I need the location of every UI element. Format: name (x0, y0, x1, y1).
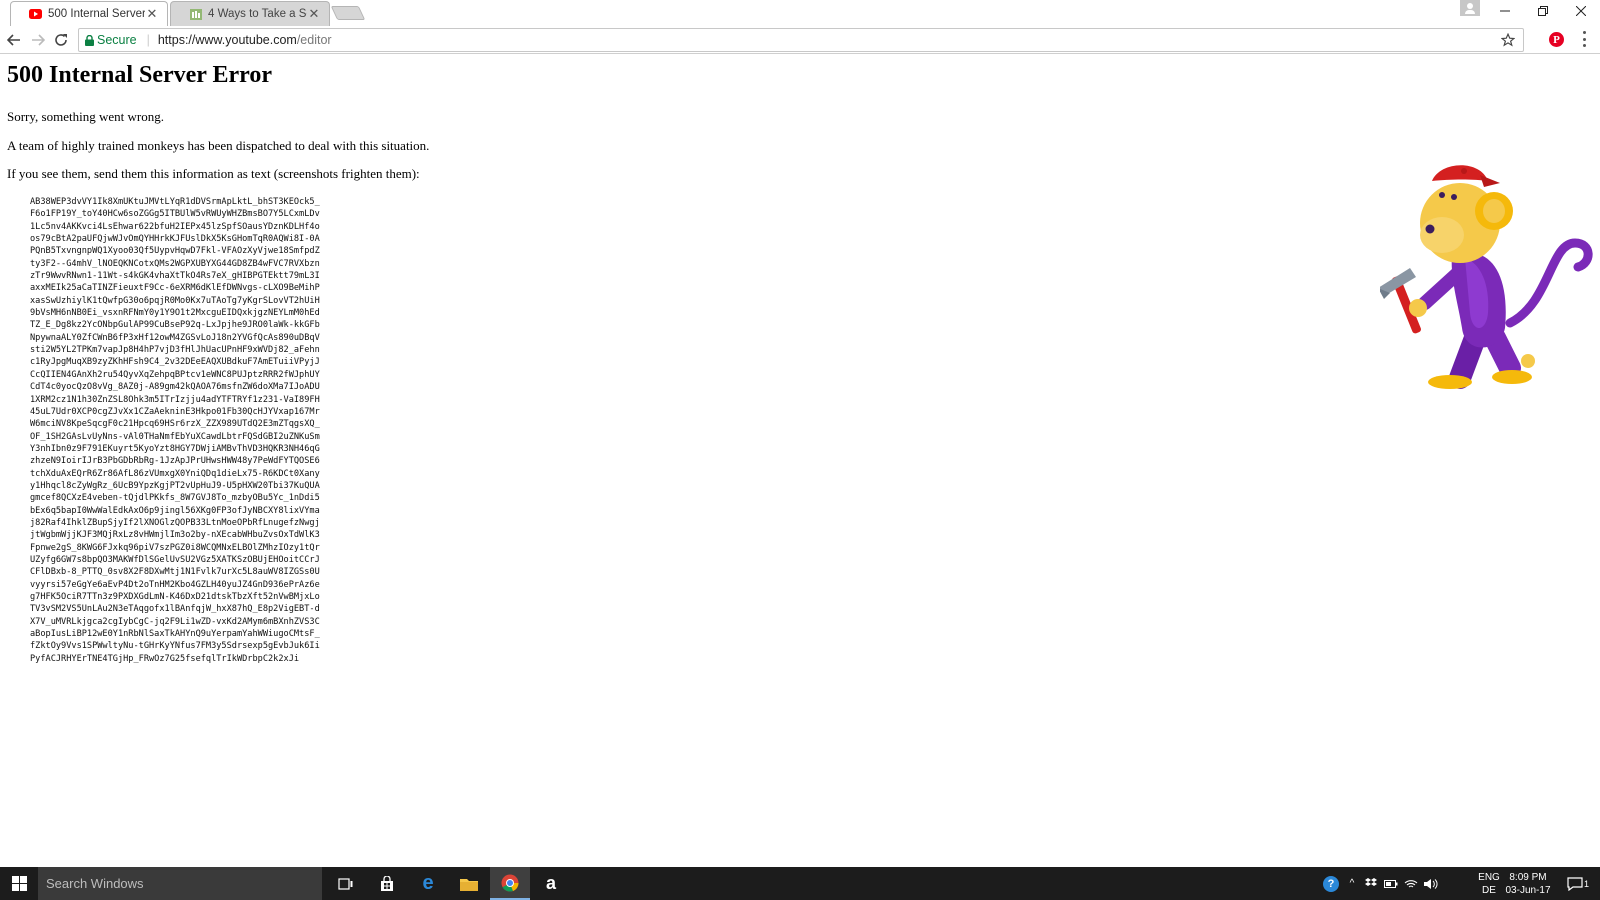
lock-icon (85, 34, 94, 49)
page-title: 500 Internal Server Error (7, 62, 273, 88)
new-tab-button[interactable] (330, 6, 366, 20)
close-window-icon[interactable] (1562, 0, 1600, 22)
error-code-line: OF_1SH2GAsLvUyNns-vAl0THaNmfEbYuXCawdLbt… (30, 431, 320, 442)
wifi-icon[interactable] (1402, 867, 1420, 900)
back-arrow-icon[interactable] (4, 30, 24, 50)
tab-close-icon[interactable]: ✕ (307, 6, 321, 22)
clock-time: 8:09 PM (1509, 872, 1547, 883)
edge-browser-icon[interactable]: e (408, 867, 448, 900)
url-path: /editor (296, 33, 332, 47)
error-code-line: g7HFK5OciR7TTn3z9PXDXGdLmN-K46DxD21dtskT… (30, 592, 320, 602)
separator: | (146, 33, 150, 47)
tab-title: 500 Internal Server Error (48, 8, 145, 20)
error-code-line: F6o1FP19Y_toY40HCw6soZGGg5ITBUlW5vRWUyWH… (30, 209, 320, 220)
error-code-line: jtWgbmWjjKJF3MQjRxLz8vHWmjlIm3o2by-nXEca… (30, 530, 320, 541)
error-code-line: NpywnaALY0ZfCWnB6fP3xHf12owM4ZGSvLoJ18n2… (30, 332, 320, 343)
error-code-line: Y3nhIbn0z9F791EKuyrt5KyoYzt8HGY7DWjiAMBv… (30, 443, 320, 454)
dropbox-icon[interactable] (1362, 867, 1380, 900)
error-code-line: CcQIIEN4GAnXh2ru54QyvXqZehpqBPtcv1eWNC8P… (30, 369, 320, 380)
window-controls (1486, 0, 1600, 22)
error-code-line: os79cBtA2paUFQjwWJvOmQYHHrkKJFUslDkX5KsG… (30, 234, 320, 245)
bookmark-star-icon[interactable] (1500, 32, 1516, 50)
error-code-line: 45uL7Udr0XCP0cgZJvXx1CZaAekninE3Hkpo01Fb… (30, 406, 320, 417)
url-host: https://www.youtube.com (157, 33, 297, 47)
pinterest-extension-icon[interactable]: P (1549, 32, 1564, 47)
battery-icon[interactable] (1382, 867, 1400, 900)
error-code-line: aBopIusLiBP12wE0Y1nRbNlSaxTkAHYnQ9uYerpa… (30, 629, 320, 640)
wikihow-icon (189, 8, 202, 20)
error-code-line: xasSwUzhiylK1tQwfpG30o6pqjR0Mo0Kx7uTAoTg… (30, 295, 320, 306)
error-code-line: y1Hhqcl8cZyWgRz_6UcB9YpzKgjPT2vUpHuJ9-U5… (30, 480, 320, 491)
profile-avatar-icon[interactable] (1460, 0, 1480, 16)
clock-date: 03-Jun-17 (1505, 885, 1551, 896)
error-code-line: PyfACJRHYErTNE4TGjHp_FRwOz7G25fsefqlTrIk… (30, 653, 300, 664)
secure-label: Secure (97, 33, 137, 47)
error-code-line: bEx6q5bapI0WwWalEdkAxO6p9jingl56XKg0FP3o… (30, 505, 320, 516)
store-icon[interactable] (367, 867, 407, 900)
monkey-with-hammer-illustration (1380, 165, 1593, 389)
amazon-icon[interactable]: a (531, 867, 571, 900)
taskbar-search-input[interactable]: Search Windows (38, 867, 322, 900)
error-code-line: PQnB5TxvngnpWQ1Xyoo03Qf5UypvHqwD7Fkl-VFA… (30, 246, 320, 257)
instructions-message: If you see them, send them this informat… (7, 166, 420, 181)
browser-menu-icon[interactable] (1581, 31, 1587, 47)
error-code-line: j82Raf4IhklZBupSjyIf2lXNOGlzQOPB33LtnMoe… (30, 517, 320, 528)
tab-500-error[interactable]: 500 Internal Server Error ✕ (10, 1, 168, 26)
error-code-line: gmcef8QCXzE4veben-tQjdlPKkfs_8W7GVJ8To_m… (30, 493, 320, 504)
error-code-line: 1XRM2cz1N1h30ZnZSL8Ohk3m5ITrIzjju4adYTFT… (30, 394, 320, 405)
error-code-line: TZ_E_Dg8kz2YcONbpGulAP99CuBseP92q-LxJpjh… (30, 320, 320, 331)
chrome-icon[interactable] (490, 867, 530, 900)
error-code-line: axxMEIk25aCaTINZFieuxtF9Cc-6eXRM6dKlEfDW… (30, 283, 320, 294)
error-code-line: AB38WEP3dvVY1Ik8XmUKtuJMVtLYqR1dDVSrmApL… (30, 197, 320, 207)
action-center-icon[interactable]: 1 (1562, 867, 1594, 900)
error-code-line: W6mciNV8KpeSqcgF0c21Hpcq69HSr6rzX_ZZX989… (30, 419, 320, 430)
error-code-line: TV3vSM2VS5UnLAu2N3eTAqgofx1lBAnfqjW_hxX8… (30, 604, 320, 615)
task-view-icon[interactable] (326, 867, 366, 900)
address-bar[interactable]: Secure | https://www.youtube.com/editor (78, 28, 1524, 52)
error-message: Sorry, something went wrong. (7, 109, 164, 124)
windows-start-icon[interactable] (0, 867, 38, 900)
error-code-line: tchXduAxEQrR6Zr86AfL86zVUmxgX0YniQDq1die… (30, 468, 320, 479)
error-code-block: AB38WEP3dvVY1Ik8XmUKtuJMVtLYqR1dDVSrmApL… (30, 196, 320, 665)
tab-close-icon[interactable]: ✕ (145, 6, 159, 22)
tab-title: 4 Ways to Take a Screens (208, 8, 307, 20)
page-content: 500 Internal Server Error Sorry, somethi… (0, 55, 1600, 867)
error-code-line: 1Lc5nv4AKKvci4LsEhwar622bfuH2IEPx45lzSpf… (30, 221, 320, 232)
error-code-line: 9bVsMH6nNB0Ei_vsxnRFNmY0y1Y9O1t2MxcguEID… (30, 308, 320, 319)
error-code-line: zTr9WwvRNwn1-11Wt-s4kGK4vhaXtTkO4Rs7eX_g… (30, 271, 320, 282)
show-hidden-icons-chevron-up-icon[interactable]: ^ (1345, 867, 1359, 900)
error-code-line: CFlDBxb-8_PTTQ_0sv8X2F8DXwMtj1N1Fvlk7urX… (30, 567, 320, 578)
reload-icon[interactable] (51, 30, 71, 50)
minimize-icon[interactable] (1486, 0, 1524, 22)
error-code-line: c1RyJpgMuqXB9zyZKhHFsh9C4_2v32DEeEAQXUBd… (30, 357, 320, 368)
browser-toolbar: Secure | https://www.youtube.com/editor (0, 26, 1600, 54)
search-placeholder: Search Windows (46, 876, 144, 891)
error-code-line: ty3F2--G4mhV_lNOEQKNCotxQMs2WGPXUBYXG44G… (30, 258, 320, 269)
file-explorer-icon[interactable] (449, 867, 489, 900)
windows-taskbar: Search Windows e a ? ^ ENG DE 8:09 PM 03… (0, 867, 1600, 900)
error-code-line: CdT4c0yocQzO8vVg_8AZ0j-A89gm42kQAOA76msf… (30, 382, 320, 393)
error-code-line: X7V_uMVRLkjgca2cgIybCgC-jq2F9Li1wZD-vxKd… (30, 616, 320, 627)
error-code-line: vyyrsi57eGgYe6aEvP4Dt2oTnHM2Kbo4GZLH40yu… (30, 579, 320, 590)
tab-strip: 500 Internal Server Error ✕ 4 Ways to Ta… (0, 0, 1600, 26)
forward-arrow-icon[interactable] (28, 30, 48, 50)
error-code-line: zhzeN9IoirIJrB3PbGDbRbRg-1JzApJPrUHwsHWW… (30, 456, 320, 467)
volume-icon[interactable] (1422, 867, 1440, 900)
youtube-icon (29, 9, 42, 19)
error-code-line: fZktOy9Vvs1SPWwltyNu-tGHrKyYNfus7FM3y5Sd… (30, 641, 320, 652)
error-code-line: sti2W5YL2TPKm7vapJp8H4hP7vjD3fHlJhUacUPn… (30, 345, 320, 356)
error-code-line: UZyfg6GW7s8bpQO3MAKWfDlSGelUvSU2VGz5XATK… (30, 554, 320, 565)
taskbar-clock[interactable]: 8:09 PM 03-Jun-17 (1494, 871, 1562, 897)
tab-screenshot-guide[interactable]: 4 Ways to Take a Screens ✕ (170, 1, 330, 26)
restore-icon[interactable] (1524, 0, 1562, 22)
monkeys-message: A team of highly trained monkeys has bee… (7, 138, 430, 153)
help-icon[interactable]: ? (1320, 867, 1342, 900)
notification-count: 1 (1583, 878, 1589, 889)
error-code-line: Fpnwe2gS_8KWG6FJxkq96piV7szPGZ0i8WCQMNxE… (30, 542, 320, 553)
